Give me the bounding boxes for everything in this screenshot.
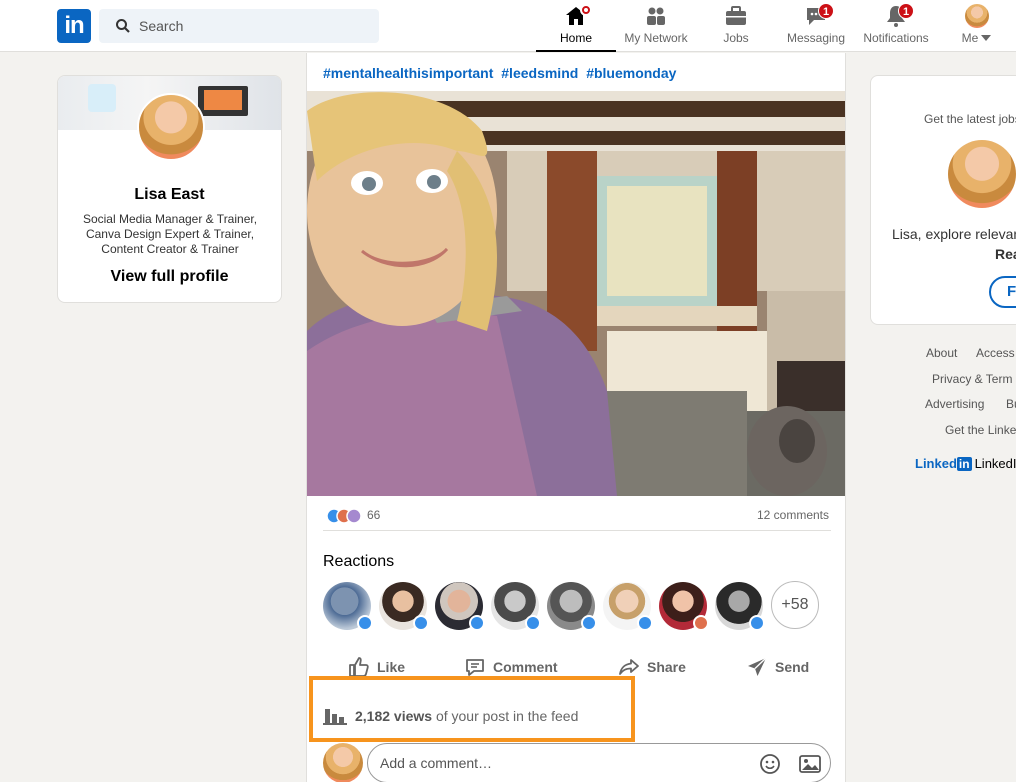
- linkedin-logo[interactable]: in: [57, 9, 91, 43]
- nav-home[interactable]: Home: [536, 0, 616, 52]
- like-badge-icon: [525, 615, 541, 631]
- brand-wordmark: Linked: [915, 456, 957, 471]
- messaging-badge: 1: [818, 3, 834, 19]
- search-bar[interactable]: [99, 9, 379, 43]
- reactor-avatar[interactable]: [715, 582, 765, 631]
- ad-line-1: Get the latest jobs: [924, 112, 1016, 126]
- profile-card: Lisa East Social Media Manager & Trainer…: [57, 75, 282, 303]
- nav-messaging-label: Messaging: [786, 31, 846, 45]
- notifications-badge: 1: [898, 3, 914, 19]
- like-label: Like: [377, 659, 406, 675]
- reactor-avatar[interactable]: [435, 582, 485, 631]
- ad-line-3: Rea: [995, 246, 1016, 262]
- nav-my-network-label: My Network: [624, 31, 688, 45]
- post-detail: #mentalhealthisimportant #leedsmind #blu…: [306, 53, 846, 782]
- comment-placeholder: Add a comment…: [380, 755, 493, 771]
- nav-notifications[interactable]: Notifications 1: [856, 0, 936, 52]
- emoji-icon[interactable]: [759, 753, 781, 775]
- ad-follow-button[interactable]: Fo: [989, 276, 1016, 308]
- hashtag-link[interactable]: #leedsmind: [501, 65, 578, 81]
- brand-in-logo: in: [956, 457, 972, 471]
- post-image[interactable]: [307, 91, 845, 496]
- top-navigation: in Home My Network Jobs Messaging 1 Noti…: [0, 0, 1016, 52]
- jobs-ad-card: Get the latest jobs Lisa, explore releva…: [870, 75, 1016, 325]
- brand-corp-text: LinkedI: [974, 456, 1016, 471]
- ad-line-2: Lisa, explore relevant: [892, 226, 1016, 242]
- send-icon: [748, 657, 767, 676]
- like-badge-icon: [357, 615, 373, 631]
- nav-jobs[interactable]: Jobs: [696, 0, 776, 52]
- heart-badge-icon: [693, 615, 709, 631]
- hashtag-link[interactable]: #mentalhealthisimportant: [323, 65, 493, 81]
- footer-link-accessibility[interactable]: Access: [976, 346, 1015, 360]
- views-highlight-box: [309, 676, 635, 742]
- profile-headline: Social Media Manager & Trainer, Canva De…: [82, 212, 258, 256]
- comment-input[interactable]: Add a comment…: [367, 743, 831, 782]
- post-photo: [307, 91, 845, 496]
- send-button[interactable]: Send: [745, 653, 809, 681]
- ad-avatar: [948, 140, 1016, 208]
- hashtag-link[interactable]: #bluemonday: [586, 65, 676, 81]
- nav-messaging[interactable]: Messaging 1: [776, 0, 856, 52]
- linkedin-corp-brand: Linked in LinkedI: [915, 456, 1016, 471]
- share-label: Share: [647, 659, 686, 675]
- social-counts: 66 12 comments: [323, 505, 831, 531]
- profile-name[interactable]: Lisa East: [58, 186, 281, 204]
- chevron-down-icon: [981, 34, 992, 41]
- nav-me-label: Me: [962, 31, 993, 45]
- reactor-avatar[interactable]: [323, 582, 373, 631]
- briefcase-icon: [726, 6, 746, 25]
- footer-link-privacy[interactable]: Privacy & Term: [932, 372, 1012, 386]
- send-label: Send: [775, 659, 810, 675]
- comment-composer: Add a comment…: [323, 743, 831, 782]
- like-badge-icon: [749, 615, 765, 631]
- reactor-avatar[interactable]: [603, 582, 653, 631]
- reactor-avatar[interactable]: [379, 582, 429, 631]
- banner-decor: [88, 84, 116, 112]
- reactor-avatar[interactable]: [659, 582, 709, 631]
- profile-avatar[interactable]: [137, 93, 205, 161]
- like-badge-icon: [581, 615, 597, 631]
- notification-dot: [580, 4, 592, 16]
- banner-decor: [204, 90, 242, 110]
- reactor-avatar[interactable]: [491, 582, 541, 631]
- like-badge-icon: [413, 615, 429, 631]
- search-input[interactable]: [139, 9, 369, 43]
- me-avatar: [965, 4, 989, 28]
- footer-link-get-app[interactable]: Get the Linke: [945, 423, 1016, 437]
- nav-notifications-label: Notifications: [863, 31, 929, 45]
- hashtags: #mentalhealthisimportant #leedsmind #blu…: [323, 65, 680, 81]
- image-icon[interactable]: [799, 754, 821, 774]
- reaction-icons[interactable]: [326, 507, 364, 525]
- search-icon: [116, 19, 130, 33]
- nav-home-label: Home: [559, 31, 592, 45]
- me-label-text: Me: [961, 31, 979, 45]
- network-icon: [647, 7, 665, 25]
- footer-link-advertising[interactable]: Advertising: [925, 397, 984, 411]
- nav-my-network[interactable]: My Network: [616, 0, 696, 52]
- reaction-count[interactable]: 66: [367, 508, 380, 522]
- commenter-avatar: [323, 743, 363, 782]
- view-full-profile-link[interactable]: View full profile: [58, 268, 281, 286]
- footer-link-business[interactable]: Bu: [1006, 397, 1016, 411]
- like-badge-icon: [469, 615, 485, 631]
- reactions-heading: Reactions: [323, 553, 395, 570]
- like-badge-icon: [637, 615, 653, 631]
- comment-count[interactable]: 12 comments: [757, 508, 829, 522]
- footer-link-about[interactable]: About: [926, 346, 957, 360]
- comment-label: Comment: [493, 659, 558, 675]
- more-reactors-button[interactable]: +58: [771, 581, 819, 629]
- nav-me[interactable]: Me: [944, 0, 1010, 52]
- nav-jobs-label: Jobs: [723, 31, 749, 45]
- reactor-avatar[interactable]: [547, 582, 597, 631]
